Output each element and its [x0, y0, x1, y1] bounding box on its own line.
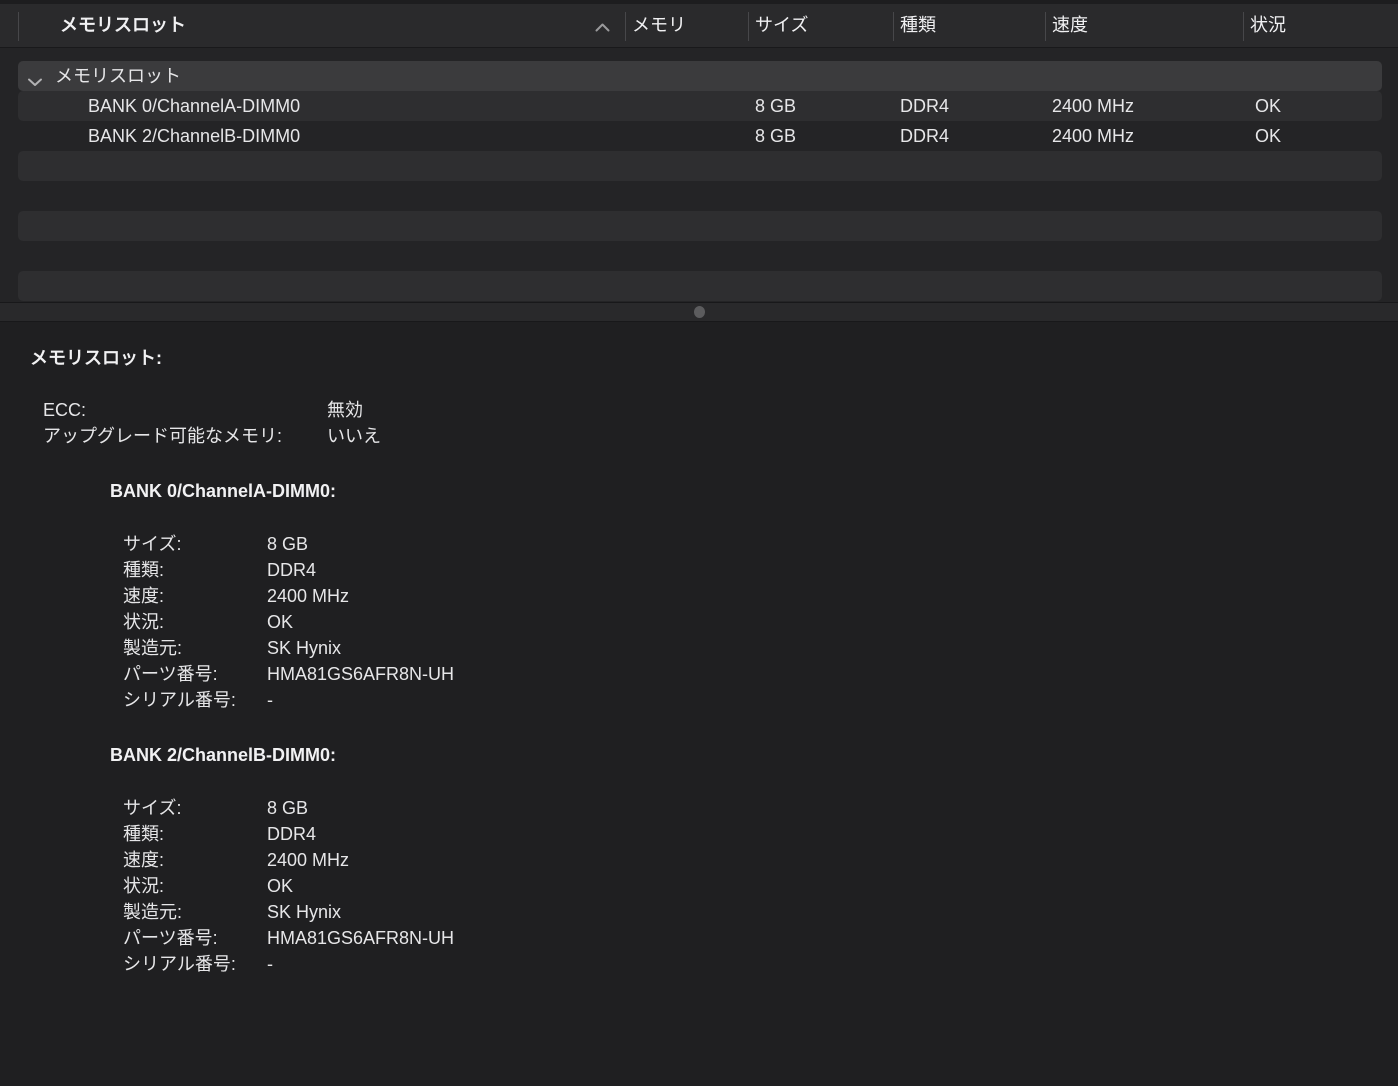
table-row[interactable]: BANK 2/ChannelB-DIMM0 8 GB DDR4 2400 MHz… — [18, 121, 1382, 151]
column-divider — [625, 12, 626, 41]
field-label: 速度: — [123, 586, 165, 606]
field-label: 製造元: — [123, 638, 183, 658]
table-row[interactable]: BANK 0/ChannelA-DIMM0 8 GB DDR4 2400 MHz… — [18, 91, 1382, 121]
slot-fields: サイズ: 8 GB 種類: DDR4 速度: 2400 MHz 状況: OK 製… — [123, 531, 1398, 713]
row-name: BANK 0/ChannelA-DIMM0 — [88, 96, 301, 116]
field-value: DDR4 — [267, 824, 317, 844]
splitter-handle-icon[interactable] — [694, 306, 705, 318]
sort-ascending-icon — [594, 20, 611, 38]
field-label: 状況: — [123, 876, 165, 896]
field-label: パーツ番号: — [123, 928, 218, 948]
row-type: DDR4 — [900, 126, 950, 146]
column-divider — [893, 12, 894, 41]
field-label: シリアル番号: — [123, 690, 236, 710]
empty-row — [18, 151, 1382, 181]
field-value: - — [267, 954, 273, 974]
detail-field-row: 速度: 2400 MHz — [123, 583, 1398, 609]
chevron-down-icon[interactable] — [27, 71, 43, 92]
field-label: サイズ: — [123, 534, 182, 554]
field-value: OK — [267, 612, 294, 632]
field-label: 種類: — [123, 560, 165, 580]
field-value: SK Hynix — [267, 638, 342, 658]
field-value: 2400 MHz — [267, 850, 350, 870]
empty-row — [18, 271, 1382, 301]
row-size: 8 GB — [755, 126, 797, 146]
field-label: サイズ: — [123, 798, 182, 818]
field-value: OK — [267, 876, 294, 896]
empty-row — [18, 241, 1382, 271]
detail-field-row: ECC: 無効 — [43, 397, 1398, 423]
field-value: 8 GB — [267, 798, 309, 818]
row-size: 8 GB — [755, 96, 797, 116]
slot-fields: サイズ: 8 GB 種類: DDR4 速度: 2400 MHz 状況: OK 製… — [123, 795, 1398, 977]
detail-field-row: シリアル番号: - — [123, 951, 1398, 977]
group-row-memory-slot[interactable]: メモリスロット — [18, 61, 1382, 91]
detail-field-row: 状況: OK — [123, 609, 1398, 635]
detail-field-row: パーツ番号: HMA81GS6AFR8N-UH — [123, 925, 1398, 951]
slot-heading: BANK 0/ChannelA-DIMM0: — [110, 481, 337, 501]
column-header-status[interactable]: 状況 — [1250, 4, 1286, 47]
detail-summary: ECC: 無効 アップグレード可能なメモリ: いいえ — [43, 397, 1398, 449]
detail-field-row: 製造元: SK Hynix — [123, 899, 1398, 925]
detail-field-row: サイズ: 8 GB — [123, 531, 1398, 557]
field-label: 速度: — [123, 850, 165, 870]
column-divider — [748, 12, 749, 41]
detail-pane: メモリスロット: ECC: 無効 アップグレード可能なメモリ: いいえ BANK… — [0, 322, 1398, 1086]
field-label: アップグレード可能なメモリ: — [43, 426, 282, 446]
group-row-label: メモリスロット — [55, 66, 181, 86]
field-label: ECC: — [43, 400, 87, 420]
row-speed: 2400 MHz — [1052, 126, 1135, 146]
table-header: メモリスロット メモリ サイズ 種類 速度 状況 — [0, 0, 1398, 48]
detail-field-row: シリアル番号: - — [123, 687, 1398, 713]
detail-field-row: 種類: DDR4 — [123, 557, 1398, 583]
empty-row — [18, 211, 1382, 241]
field-label: 種類: — [123, 824, 165, 844]
field-value: HMA81GS6AFR8N-UH — [267, 664, 455, 684]
detail-field-row: パーツ番号: HMA81GS6AFR8N-UH — [123, 661, 1398, 687]
field-value: SK Hynix — [267, 902, 342, 922]
field-label: パーツ番号: — [123, 664, 218, 684]
field-label: シリアル番号: — [123, 954, 236, 974]
memory-slot-table: メモリスロット メモリ サイズ 種類 速度 状況 メモリスロット BANK 0/… — [0, 0, 1398, 302]
table-body: メモリスロット BANK 0/ChannelA-DIMM0 8 GB DDR4 … — [0, 48, 1398, 302]
field-value: - — [267, 690, 273, 710]
field-value: 無効 — [327, 400, 363, 420]
pane-splitter[interactable] — [0, 302, 1398, 322]
field-label: 製造元: — [123, 902, 183, 922]
field-value: いいえ — [327, 426, 381, 446]
field-value: 8 GB — [267, 534, 309, 554]
system-information-window: メモリスロット メモリ サイズ 種類 速度 状況 メモリスロット BANK 0/… — [0, 0, 1398, 1086]
detail-field-row: 状況: OK — [123, 873, 1398, 899]
column-header-memory[interactable]: メモリ — [632, 4, 686, 47]
field-value: DDR4 — [267, 560, 317, 580]
detail-field-row: アップグレード可能なメモリ: いいえ — [43, 423, 1398, 449]
row-name: BANK 2/ChannelB-DIMM0 — [88, 126, 301, 146]
detail-field-row: 種類: DDR4 — [123, 821, 1398, 847]
column-divider — [1045, 12, 1046, 41]
field-value: HMA81GS6AFR8N-UH — [267, 928, 455, 948]
detail-title: メモリスロット: — [30, 348, 162, 368]
detail-field-row: 速度: 2400 MHz — [123, 847, 1398, 873]
field-value: 2400 MHz — [267, 586, 350, 606]
column-header-size[interactable]: サイズ — [755, 4, 808, 47]
column-header-memory-slot[interactable]: メモリスロット — [60, 4, 186, 47]
detail-field-row: 製造元: SK Hynix — [123, 635, 1398, 661]
column-divider — [18, 12, 19, 41]
column-header-speed[interactable]: 速度 — [1052, 4, 1088, 47]
row-status: OK — [1255, 96, 1282, 116]
slot-heading: BANK 2/ChannelB-DIMM0: — [110, 745, 337, 765]
row-status: OK — [1255, 126, 1282, 146]
detail-field-row: サイズ: 8 GB — [123, 795, 1398, 821]
column-header-type[interactable]: 種類 — [900, 4, 936, 47]
row-type: DDR4 — [900, 96, 950, 116]
row-speed: 2400 MHz — [1052, 96, 1135, 116]
field-label: 状況: — [123, 612, 165, 632]
column-divider — [1243, 12, 1244, 41]
empty-row — [18, 181, 1382, 211]
